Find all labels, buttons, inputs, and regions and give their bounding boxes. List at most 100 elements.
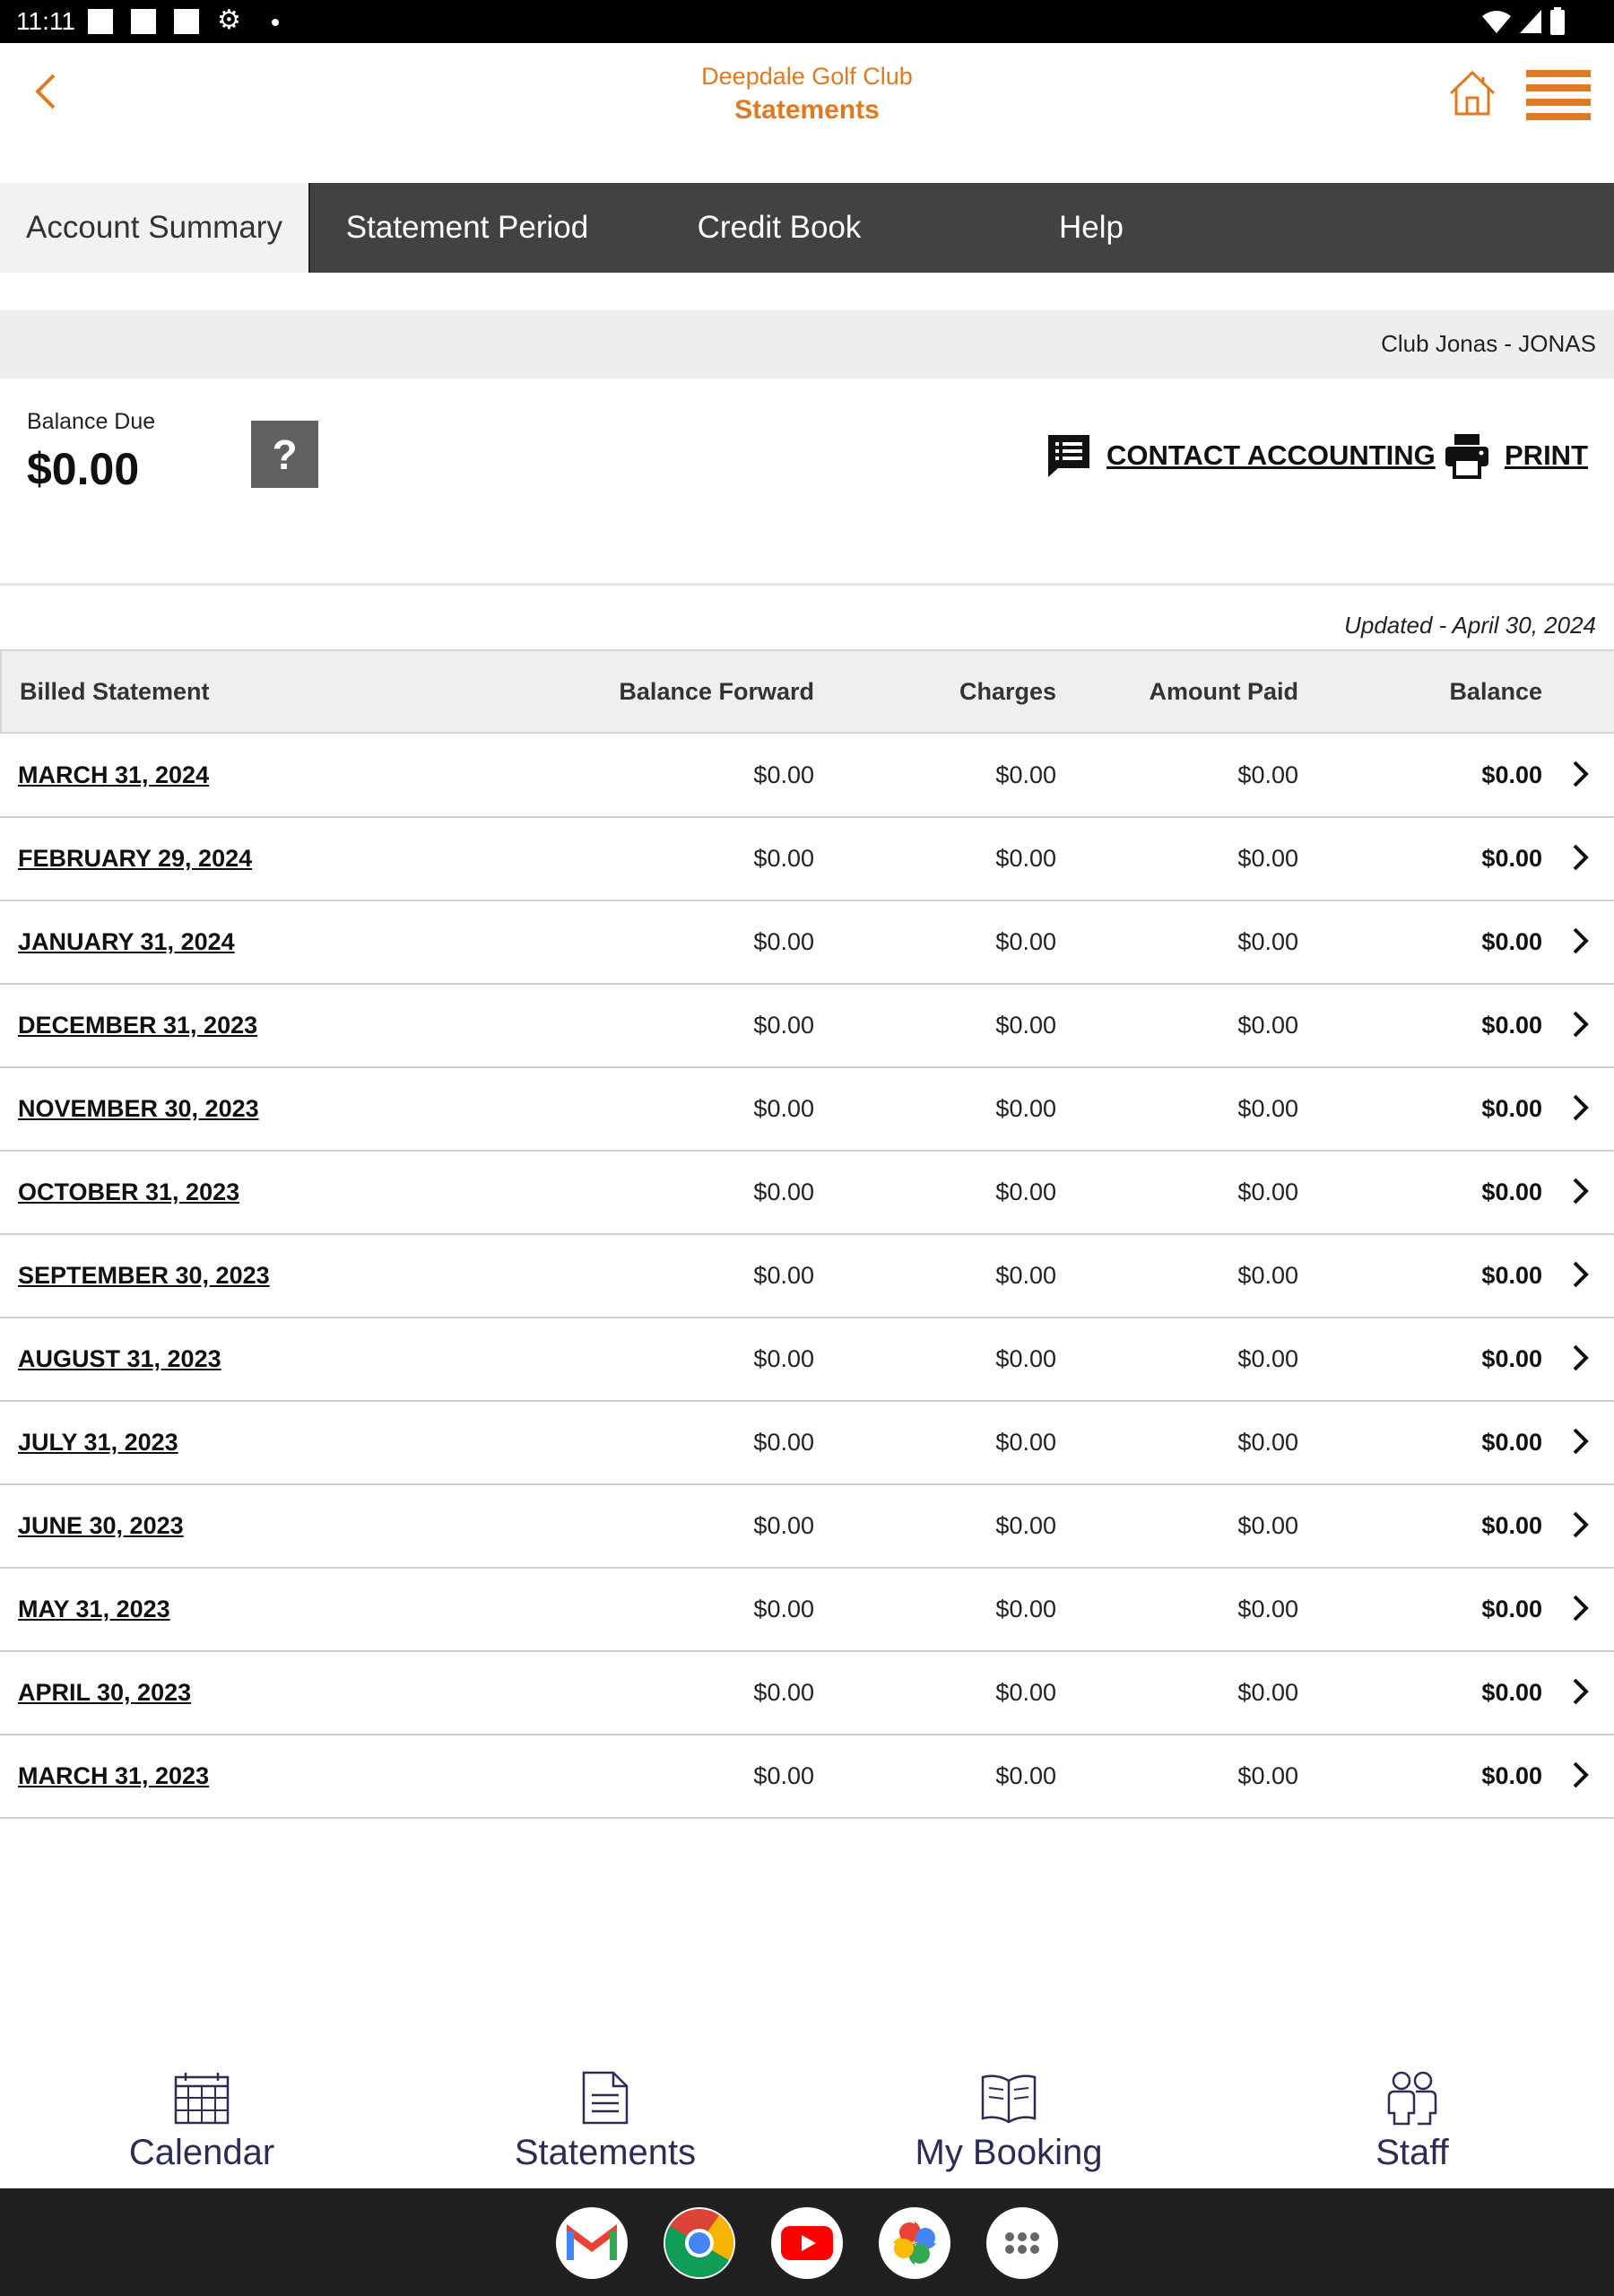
chevron-right-icon[interactable] [1571, 1761, 1591, 1789]
settings-icon: ⚙ [217, 5, 241, 35]
statement-date-link[interactable]: OCTOBER 31, 2023 [18, 1178, 239, 1206]
table-row[interactable]: DECEMBER 31, 2023 $0.00 $0.00 $0.00 $0.0… [0, 985, 1614, 1068]
chevron-right-icon[interactable] [1571, 1093, 1591, 1122]
status-bar: 11:11 ⚙ [0, 0, 1614, 43]
nav-my-booking[interactable]: My Booking [874, 2070, 1143, 2173]
chevron-right-icon[interactable] [1571, 1344, 1591, 1372]
tab-account-summary[interactable]: Account Summary [0, 183, 310, 273]
amount-paid-cell: $0.00 [1237, 1429, 1298, 1456]
statement-date-link[interactable]: DECEMBER 31, 2023 [18, 1012, 257, 1039]
amount-paid-cell: $0.00 [1237, 1596, 1298, 1622]
charges-cell: $0.00 [995, 928, 1056, 955]
nav-staff[interactable]: Staff [1278, 2070, 1547, 2173]
statement-date-link[interactable]: AUGUST 31, 2023 [18, 1345, 221, 1373]
amount-paid-cell: $0.00 [1237, 1012, 1298, 1039]
statement-date-link[interactable]: JULY 31, 2023 [18, 1429, 178, 1457]
table-header: Billed Statement Balance Forward Charges… [0, 649, 1614, 734]
printer-icon [1445, 434, 1488, 479]
table-row[interactable]: SEPTEMBER 30, 2023 $0.00 $0.00 $0.00 $0.… [0, 1235, 1614, 1318]
page-title: Statements [734, 95, 880, 125]
chevron-right-icon[interactable] [1571, 926, 1591, 955]
charges-cell: $0.00 [995, 1012, 1056, 1039]
contact-accounting-button[interactable]: CONTACT ACCOUNTING [1046, 432, 1436, 479]
balance-forward-cell: $0.00 [753, 1345, 814, 1372]
chevron-right-icon[interactable] [1571, 1177, 1591, 1205]
contact-accounting-label: CONTACT ACCOUNTING [1106, 439, 1436, 471]
table-row[interactable]: JANUARY 31, 2024 $0.00 $0.00 $0.00 $0.00 [0, 901, 1614, 985]
balance-cell: $0.00 [1481, 1762, 1542, 1789]
balance-cell: $0.00 [1481, 1095, 1542, 1122]
balance-forward-cell: $0.00 [753, 761, 814, 788]
header-billed-statement: Billed Statement [20, 678, 210, 705]
table-row[interactable]: OCTOBER 31, 2023 $0.00 $0.00 $0.00 $0.00 [0, 1152, 1614, 1235]
amount-paid-cell: $0.00 [1237, 928, 1298, 955]
table-row[interactable]: MARCH 31, 2023 $0.00 $0.00 $0.00 $0.00 [0, 1735, 1614, 1819]
balance-forward-cell: $0.00 [753, 1429, 814, 1456]
print-label: PRINT [1505, 439, 1588, 471]
amount-paid-cell: $0.00 [1237, 761, 1298, 788]
statement-date-link[interactable]: MAY 31, 2023 [18, 1596, 170, 1623]
statement-date-link[interactable]: JANUARY 31, 2024 [18, 928, 235, 956]
nav-calendar-label: Calendar [128, 2133, 275, 2172]
photos-icon[interactable] [879, 2207, 950, 2279]
app-drawer-icon[interactable] [986, 2207, 1058, 2279]
club-label: Club Jonas - JONAS [1381, 330, 1596, 357]
amount-paid-cell: $0.00 [1237, 1095, 1298, 1122]
nav-calendar[interactable]: Calendar [67, 2070, 336, 2173]
table-row[interactable]: MAY 31, 2023 $0.00 $0.00 $0.00 $0.00 [0, 1569, 1614, 1652]
status-time: 11:11 [16, 7, 75, 35]
chevron-right-icon[interactable] [1571, 1260, 1591, 1289]
app-header: Deepdale Golf Club Statements [0, 43, 1614, 183]
tab-statement-period[interactable]: Statement Period [312, 183, 622, 273]
charges-cell: $0.00 [995, 845, 1056, 872]
chrome-icon[interactable] [664, 2207, 735, 2279]
table-row[interactable]: JULY 31, 2023 $0.00 $0.00 $0.00 $0.00 [0, 1402, 1614, 1485]
chevron-right-icon[interactable] [1571, 1427, 1591, 1456]
statement-date-link[interactable]: APRIL 30, 2023 [18, 1679, 191, 1707]
tab-credit-book[interactable]: Credit Book [624, 183, 934, 273]
balance-cell: $0.00 [1481, 1429, 1542, 1456]
tab-help[interactable]: Help [936, 183, 1246, 273]
balance-due-label: Balance Due [27, 409, 156, 434]
chevron-right-icon[interactable] [1571, 760, 1591, 788]
balance-forward-cell: $0.00 [753, 1762, 814, 1789]
statement-date-link[interactable]: NOVEMBER 30, 2023 [18, 1095, 259, 1123]
balance-cell: $0.00 [1481, 1178, 1542, 1205]
balance-cell: $0.00 [1481, 1512, 1542, 1539]
gmail-icon[interactable] [556, 2207, 628, 2279]
balance-forward-cell: $0.00 [753, 1178, 814, 1205]
statement-date-link[interactable]: FEBRUARY 29, 2024 [18, 845, 252, 873]
balance-forward-cell: $0.00 [753, 845, 814, 872]
android-dock [0, 2188, 1614, 2296]
statement-date-link[interactable]: MARCH 31, 2024 [18, 761, 209, 789]
table-row[interactable]: MARCH 31, 2024 $0.00 $0.00 $0.00 $0.00 [0, 735, 1614, 818]
balance-cell: $0.00 [1481, 1679, 1542, 1706]
menu-icon[interactable] [1526, 70, 1591, 120]
nav-statements-label: Statements [514, 2133, 697, 2172]
balance-forward-cell: $0.00 [753, 1596, 814, 1622]
chevron-right-icon[interactable] [1571, 1677, 1591, 1706]
header-charges: Charges [959, 678, 1056, 705]
youtube-icon[interactable] [771, 2207, 843, 2279]
chevron-right-icon[interactable] [1571, 1010, 1591, 1039]
table-row[interactable]: APRIL 30, 2023 $0.00 $0.00 $0.00 $0.00 [0, 1652, 1614, 1735]
chevron-right-icon[interactable] [1571, 843, 1591, 872]
chevron-right-icon[interactable] [1571, 1510, 1591, 1539]
message-icon [1048, 435, 1089, 477]
statement-date-link[interactable]: SEPTEMBER 30, 2023 [18, 1262, 270, 1290]
wifi-icon [1482, 11, 1511, 33]
table-row[interactable]: AUGUST 31, 2023 $0.00 $0.00 $0.00 $0.00 [0, 1318, 1614, 1402]
tab-bar: Account Summary Statement Period Credit … [0, 183, 1614, 273]
statement-date-link[interactable]: JUNE 30, 2023 [18, 1512, 184, 1540]
nav-statements[interactable]: Statements [471, 2070, 740, 2173]
home-icon[interactable] [1447, 68, 1497, 118]
statement-date-link[interactable]: MARCH 31, 2023 [18, 1762, 209, 1790]
print-button[interactable]: PRINT [1444, 432, 1588, 479]
header-amount-paid: Amount Paid [1149, 678, 1299, 705]
table-row[interactable]: JUNE 30, 2023 $0.00 $0.00 $0.00 $0.00 [0, 1485, 1614, 1569]
chevron-right-icon[interactable] [1571, 1594, 1591, 1622]
balance-cell: $0.00 [1481, 1262, 1542, 1289]
table-row[interactable]: NOVEMBER 30, 2023 $0.00 $0.00 $0.00 $0.0… [0, 1068, 1614, 1152]
balance-help-button[interactable]: ? [251, 421, 318, 488]
table-row[interactable]: FEBRUARY 29, 2024 $0.00 $0.00 $0.00 $0.0… [0, 818, 1614, 901]
